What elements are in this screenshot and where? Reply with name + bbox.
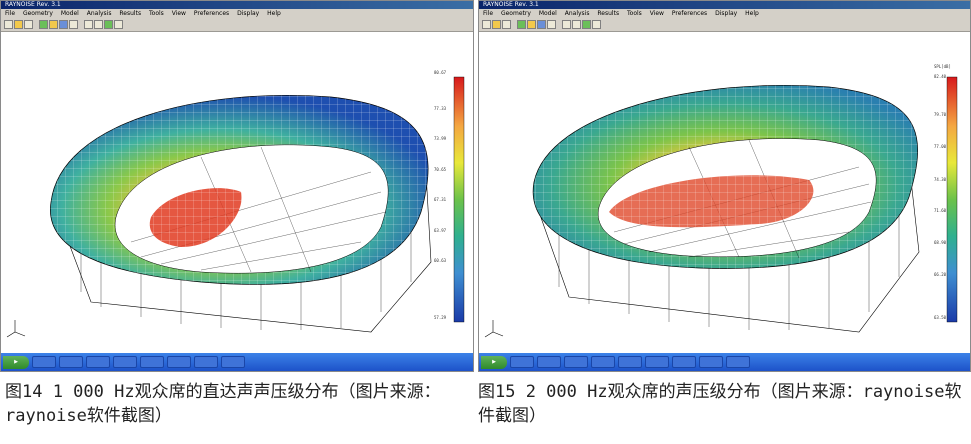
taskbar-item[interactable] xyxy=(86,356,110,368)
taskbar-item[interactable] xyxy=(221,356,245,368)
stadium-spl-map xyxy=(484,76,958,338)
scale-label-1: 79.70 xyxy=(934,112,947,117)
fit-icon[interactable] xyxy=(547,20,556,29)
taskbar: ▶ xyxy=(1,353,473,371)
view-y-icon[interactable] xyxy=(94,20,103,29)
taskbar-item[interactable] xyxy=(591,356,615,368)
pan-icon[interactable] xyxy=(537,20,546,29)
color-scale-bar xyxy=(946,76,958,323)
pan-icon[interactable] xyxy=(59,20,68,29)
menu-help[interactable]: Help xyxy=(745,10,759,17)
taskbar-item[interactable] xyxy=(140,356,164,368)
new-icon[interactable] xyxy=(482,20,491,29)
stadium-spl-map xyxy=(6,76,465,338)
model-viewport[interactable]: 80.67 77.33 73.99 70.65 67.31 63.97 60.6… xyxy=(1,32,473,353)
menu-bar: File Geometry Model Analysis Results Too… xyxy=(479,9,970,18)
menu-tools[interactable]: Tools xyxy=(149,10,164,17)
window-title: RAYNOISE Rev. 3.1 xyxy=(1,1,473,9)
window-title: RAYNOISE Rev. 3.1 xyxy=(479,1,970,9)
save-icon[interactable] xyxy=(502,20,511,29)
taskbar-item[interactable] xyxy=(510,356,534,368)
menu-results[interactable]: Results xyxy=(597,10,619,17)
scale-label-5: 68.90 xyxy=(934,240,947,245)
view-z-icon[interactable] xyxy=(582,20,591,29)
figure-caption-14: 图14 1 000 Hz观众席的直达声声压级分布（图片来源：raynoise软件… xyxy=(5,382,441,426)
zoom-icon[interactable] xyxy=(517,20,526,29)
menu-bar: File Geometry Model Analysis Results Too… xyxy=(1,9,473,18)
left-screenshot-window: RAYNOISE Rev. 3.1 File Geometry Model An… xyxy=(0,0,474,372)
scale-unit-label: SPL[dB] xyxy=(934,64,951,69)
menu-geometry[interactable]: Geometry xyxy=(501,10,531,17)
taskbar-item[interactable] xyxy=(113,356,137,368)
taskbar-item[interactable] xyxy=(59,356,83,368)
scale-label-7: 57.29 xyxy=(434,315,447,320)
model-viewport[interactable]: SPL[dB] 82.40 79.70 77.00 74.30 71.60 68… xyxy=(479,32,970,353)
save-icon[interactable] xyxy=(24,20,33,29)
menu-analysis[interactable]: Analysis xyxy=(87,10,112,17)
menu-display[interactable]: Display xyxy=(237,10,259,17)
new-icon[interactable] xyxy=(4,20,13,29)
rotate-icon[interactable] xyxy=(527,20,536,29)
axis-triad-icon xyxy=(6,320,26,338)
scale-label-2: 73.99 xyxy=(434,136,447,141)
taskbar-item[interactable] xyxy=(672,356,696,368)
scale-label-6: 60.63 xyxy=(434,258,447,263)
scale-label-0: 80.67 xyxy=(434,70,447,75)
taskbar-item[interactable] xyxy=(537,356,561,368)
toolbar xyxy=(1,18,473,32)
menu-view[interactable]: View xyxy=(650,10,664,17)
fit-icon[interactable] xyxy=(69,20,78,29)
start-button[interactable]: ▶ xyxy=(3,355,29,369)
menu-geometry[interactable]: Geometry xyxy=(23,10,53,17)
view-z-icon[interactable] xyxy=(104,20,113,29)
figure-caption-15: 图15 2 000 Hz观众席的声压级分布（图片来源：raynoise软件截图） xyxy=(478,382,962,426)
menu-preferences[interactable]: Preferences xyxy=(194,10,229,17)
menu-help[interactable]: Help xyxy=(267,10,281,17)
scale-label-1: 77.33 xyxy=(434,106,447,111)
menu-file[interactable]: File xyxy=(5,10,15,17)
scale-label-5: 63.97 xyxy=(434,228,447,233)
view-x-icon[interactable] xyxy=(84,20,93,29)
taskbar: ▶ xyxy=(479,353,970,371)
menu-preferences[interactable]: Preferences xyxy=(672,10,707,17)
open-icon[interactable] xyxy=(492,20,501,29)
axis-triad-icon xyxy=(484,320,504,338)
rotate-icon[interactable] xyxy=(49,20,58,29)
open-icon[interactable] xyxy=(14,20,23,29)
taskbar-item[interactable] xyxy=(699,356,723,368)
taskbar-item[interactable] xyxy=(32,356,56,368)
taskbar-item[interactable] xyxy=(564,356,588,368)
right-screenshot-window: RAYNOISE Rev. 3.1 File Geometry Model An… xyxy=(478,0,971,372)
scale-label-3: 74.30 xyxy=(934,177,947,182)
scale-label-6: 66.20 xyxy=(934,272,947,277)
menu-analysis[interactable]: Analysis xyxy=(565,10,590,17)
menu-display[interactable]: Display xyxy=(715,10,737,17)
taskbar-item[interactable] xyxy=(618,356,642,368)
zoom-icon[interactable] xyxy=(39,20,48,29)
scale-label-4: 67.31 xyxy=(434,197,447,202)
menu-tools[interactable]: Tools xyxy=(627,10,642,17)
taskbar-item[interactable] xyxy=(726,356,750,368)
menu-view[interactable]: View xyxy=(172,10,186,17)
iso-icon[interactable] xyxy=(592,20,601,29)
toolbar xyxy=(479,18,970,32)
iso-icon[interactable] xyxy=(114,20,123,29)
taskbar-item[interactable] xyxy=(194,356,218,368)
view-y-icon[interactable] xyxy=(572,20,581,29)
scale-label-0: 82.40 xyxy=(934,74,947,79)
color-scale-bar xyxy=(453,76,465,323)
start-button[interactable]: ▶ xyxy=(481,355,507,369)
scale-label-7: 63.50 xyxy=(934,315,947,320)
menu-results[interactable]: Results xyxy=(119,10,141,17)
scale-label-3: 70.65 xyxy=(434,167,447,172)
scale-label-4: 71.60 xyxy=(934,208,947,213)
menu-model[interactable]: Model xyxy=(539,10,557,17)
view-x-icon[interactable] xyxy=(562,20,571,29)
taskbar-item[interactable] xyxy=(645,356,669,368)
menu-model[interactable]: Model xyxy=(61,10,79,17)
scale-label-2: 77.00 xyxy=(934,144,947,149)
menu-file[interactable]: File xyxy=(483,10,493,17)
taskbar-item[interactable] xyxy=(167,356,191,368)
